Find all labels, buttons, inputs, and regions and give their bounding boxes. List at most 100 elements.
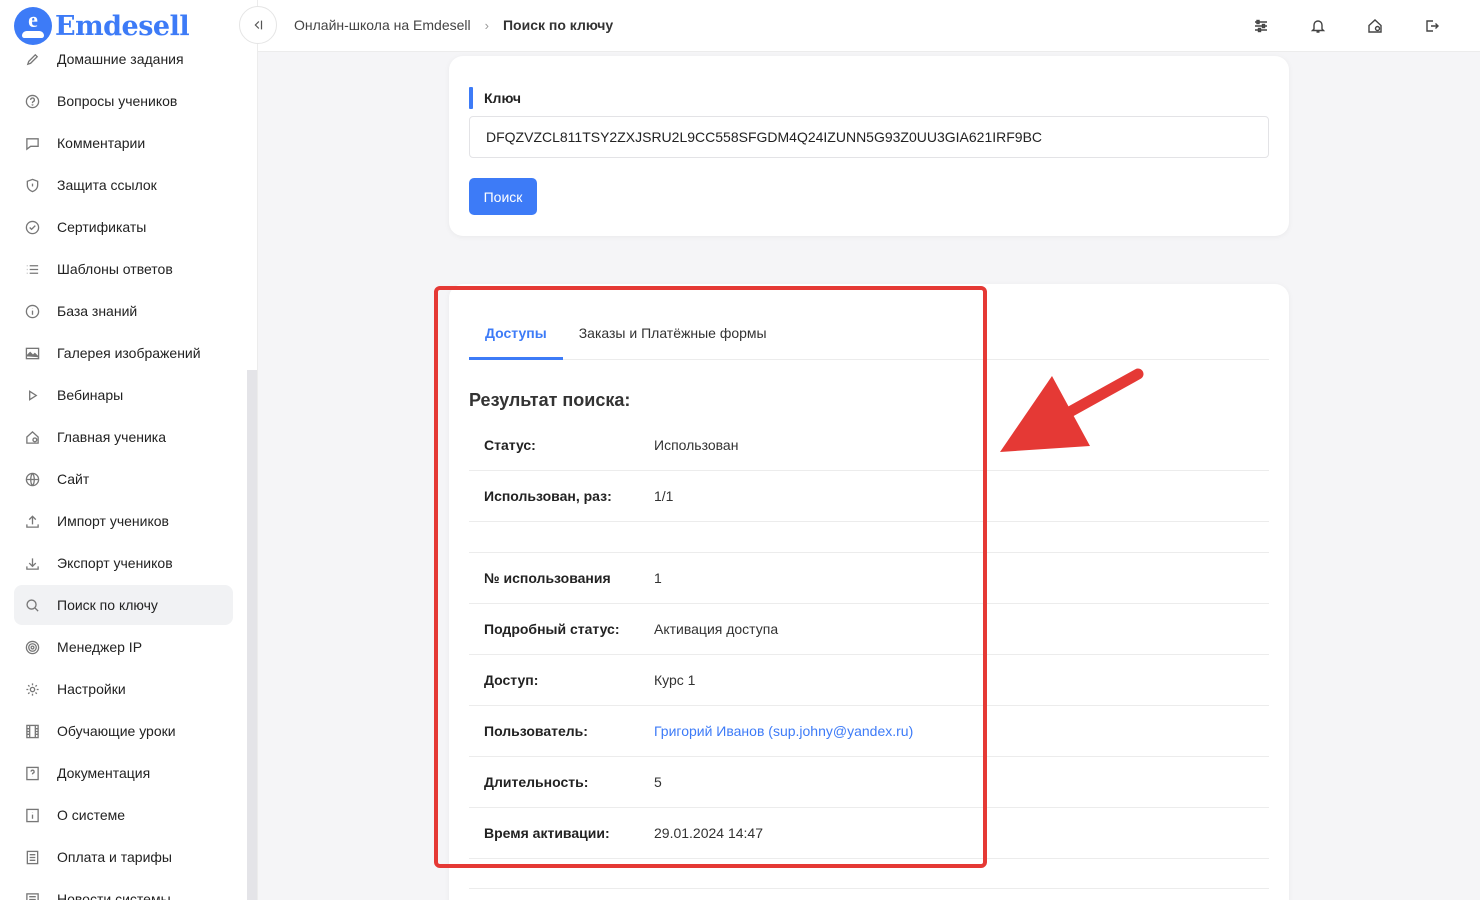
home-settings-icon[interactable] [1365, 16, 1385, 36]
table-row: Подробный статус: Активация доступа [469, 604, 1269, 655]
download-icon [24, 555, 40, 571]
sidebar-item-label: Обучающие уроки [57, 723, 176, 739]
sidebar-item-tutorials[interactable]: Обучающие уроки [14, 711, 233, 751]
news-icon [24, 891, 40, 900]
sidebar-item-label: Сертификаты [57, 219, 147, 235]
topbar-actions [1214, 16, 1442, 36]
sidebar-item-label: Настройки [57, 681, 126, 697]
search-button[interactable]: Поиск [469, 178, 537, 215]
row-key: Время активации: [484, 825, 610, 841]
sidebar-item-image-gallery[interactable]: Галерея изображений [14, 333, 233, 373]
table-row-spacer [469, 522, 1269, 553]
sidebar-item-student-home[interactable]: Главная ученика [14, 417, 233, 457]
question-circle-icon [24, 93, 40, 109]
table-row: Статус: Использован [469, 420, 1269, 471]
sidebar-item-label: Новости системы [57, 891, 171, 900]
key-label-text: Ключ [484, 90, 521, 106]
row-value: Использован [654, 437, 739, 453]
upload-icon [24, 513, 40, 529]
film-icon [24, 723, 40, 739]
table-row: Длительность: 5 [469, 757, 1269, 808]
key-field-label: Ключ [469, 87, 521, 109]
gear-icon [24, 681, 40, 697]
brand-name: Emdesell [55, 10, 190, 42]
info-circle-icon [24, 303, 40, 319]
collapse-sidebar-button[interactable] [239, 6, 277, 44]
row-key: Доступ: [484, 672, 539, 688]
search-icon [24, 597, 40, 613]
sidebar-item-label: Комментарии [57, 135, 146, 151]
table-row-spacer [469, 859, 1269, 889]
collapse-arrow-icon [254, 20, 263, 30]
row-key: Статус: [484, 437, 536, 453]
comment-icon [24, 135, 40, 151]
sidebar-item-knowledge-base[interactable]: База знаний [14, 291, 233, 331]
sidebar-item-answer-templates[interactable]: Шаблоны ответов [14, 249, 233, 289]
key-input[interactable] [469, 116, 1269, 158]
table-row: Использован, раз: 1/1 [469, 471, 1269, 522]
sidebar-item-import-students[interactable]: Импорт учеников [14, 501, 233, 541]
row-key: Использован, раз: [484, 488, 612, 504]
tab-accesses[interactable]: Доступы [469, 306, 563, 360]
result-table: Статус: Использован Использован, раз: 1/… [469, 420, 1269, 889]
sidebar-item-label: Вебинары [57, 387, 124, 403]
sidebar-item-label: База знаний [57, 303, 138, 319]
logout-icon[interactable] [1422, 16, 1442, 36]
sidebar-item-label: О системе [57, 807, 126, 823]
sidebar-item-documentation[interactable]: Документация [14, 753, 233, 793]
sidebar-item-billing[interactable]: Оплата и тарифы [14, 837, 233, 877]
sidebar-item-certificates[interactable]: Сертификаты [14, 207, 233, 247]
shield-icon [24, 177, 40, 193]
row-key: Подробный статус: [484, 621, 620, 637]
sidebar-scrollbar[interactable] [247, 370, 257, 900]
sidebar-item-homework[interactable]: Домашние задания [14, 39, 233, 79]
play-icon [24, 387, 40, 403]
sidebar-item-label: Шаблоны ответов [57, 261, 173, 277]
sidebar-item-webinars[interactable]: Вебинары [14, 375, 233, 415]
label-accent-bar [469, 87, 473, 109]
user-link[interactable]: Григорий Иванов (sup.johny@yandex.ru) [654, 723, 913, 739]
sidebar-item-label: Документация [57, 765, 151, 781]
sidebar-item-settings[interactable]: Настройки [14, 669, 233, 709]
row-key: Длительность: [484, 774, 589, 790]
sidebar-item-questions[interactable]: Вопросы учеников [14, 81, 233, 121]
sliders-icon[interactable] [1251, 16, 1271, 36]
doc-question-icon [24, 765, 40, 781]
breadcrumb-parent[interactable]: Онлайн-школа на Emdesell [294, 17, 471, 33]
sidebar-item-ip-manager[interactable]: Менеджер IP [14, 627, 233, 667]
table-row: № использования 1 [469, 553, 1269, 604]
sidebar-item-key-search[interactable]: Поиск по ключу [14, 585, 233, 625]
sidebar-item-news[interactable]: Новости системы [14, 879, 233, 900]
check-circle-icon [24, 219, 40, 235]
info-square-icon [24, 807, 40, 823]
result-title: Результат поиска: [469, 390, 631, 410]
receipt-icon [24, 849, 40, 865]
sidebar-item-label: Поиск по ключу [57, 597, 158, 613]
sidebar-item-label: Домашние задания [57, 51, 184, 67]
row-value: Активация доступа [654, 621, 779, 637]
sidebar-item-export-students[interactable]: Экспорт учеников [14, 543, 233, 583]
home-icon [24, 429, 40, 445]
table-row: Пользователь: Григорий Иванов (sup.johny… [469, 706, 1269, 757]
row-value: 29.01.2024 14:47 [654, 825, 763, 841]
sidebar-item-about[interactable]: О системе [14, 795, 233, 835]
sidebar-item-comments[interactable]: Комментарии [14, 123, 233, 163]
topbar: Онлайн-школа на Emdesell › Поиск по ключ… [239, 0, 1480, 52]
sidebar-item-link-protection[interactable]: Защита ссылок [14, 165, 233, 205]
row-key: № использования [484, 570, 611, 586]
sidebar-item-label: Сайт [57, 471, 90, 487]
breadcrumb-chevron-icon: › [484, 17, 489, 33]
bell-icon[interactable] [1308, 16, 1328, 36]
tab-orders-payment-forms[interactable]: Заказы и Платёжные формы [563, 306, 783, 360]
breadcrumb-current: Поиск по ключу [502, 17, 614, 33]
row-value: Курс 1 [654, 672, 696, 688]
sidebar-item-label: Вопросы учеников [57, 93, 178, 109]
row-value: 1/1 [654, 488, 674, 504]
sidebar-item-label: Главная ученика [57, 429, 167, 445]
image-icon [24, 345, 40, 361]
row-key: Пользователь: [484, 723, 588, 739]
sidebar-item-label: Импорт учеников [57, 513, 169, 529]
sidebar-item-site[interactable]: Сайт [14, 459, 233, 499]
sidebar: e Emdesell Домашние задания Вопросы учен… [0, 0, 258, 900]
table-row: Доступ: Курс 1 [469, 655, 1269, 706]
